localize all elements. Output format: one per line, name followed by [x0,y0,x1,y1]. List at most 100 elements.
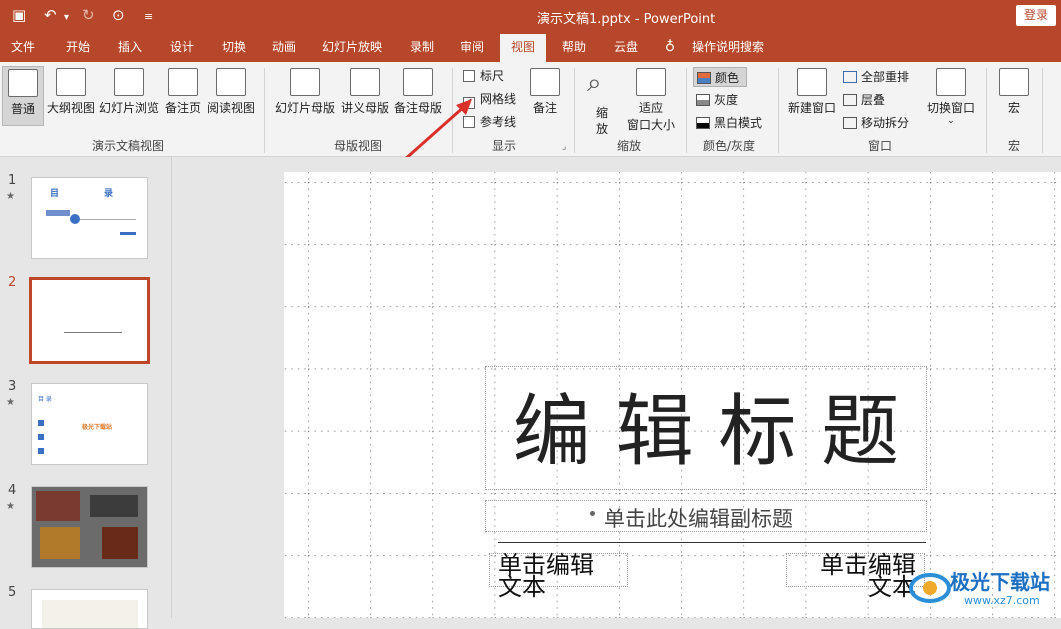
fit-label-line2: 窗口大小 [626,118,675,132]
tab-design[interactable]: 设计 [162,32,202,62]
thumb-decor [80,219,136,220]
left-text-placeholder[interactable]: 单击编辑 文本 [489,552,628,600]
new-window-icon [797,68,827,96]
thumb3-orange-text: 极光下载站 [82,424,113,431]
group-label-color: 颜色/灰度 [703,139,756,153]
new-window-button[interactable]: 新建窗口 [786,66,838,126]
title-bar: ▣ ↶ ▾ ↻ ⊙ ≡ 演示文稿1.pptx - PowerPoint 登录 [0,0,1061,32]
thumb-decor [42,600,138,628]
title-placeholder[interactable]: 编 辑 标 题 [485,366,927,490]
separator [1042,68,1043,153]
ruler-checkbox[interactable]: 标尺 [463,67,504,85]
tab-record[interactable]: 录制 [402,32,442,62]
zoom-button[interactable]: ⌕ 缩 放 [584,66,620,138]
slide-thumbnail-2-selected[interactable] [29,277,150,364]
thumb-photo [102,527,138,559]
thumb-decor [120,232,136,235]
slide-title[interactable]: 编 辑 标 题 [486,387,926,477]
grayscale-swatch-icon [696,94,710,106]
move-split-icon [843,117,857,129]
fit-label-line1: 适应 [638,101,663,115]
separator [574,68,575,153]
thumb-number: 4 [8,483,17,498]
tell-me-search[interactable]: 操作说明搜索 [688,32,768,62]
slide-thumbnail-1[interactable]: 目 录 [31,177,148,259]
thumb-photo [36,491,80,521]
present-from-start-icon[interactable]: ⊙ [112,6,125,24]
slide-thumbnail-3[interactable]: 目 录 极光下载站 [31,383,148,465]
handout-master-button[interactable]: 讲义母版 [339,66,391,126]
group-label-master-views: 母版视图 [334,139,383,153]
tab-home[interactable]: 开始 [58,32,98,62]
group-label-window: 窗口 [868,139,893,153]
new-window-label: 新建窗口 [787,101,836,115]
color-label: 颜色 [715,71,740,85]
notes-page-button[interactable]: 备注页 [162,66,204,126]
bullet-icon [590,511,595,516]
slide-thumbnails-pane: 1 ★ 目 录 2 3 ★ 目 录 极光下载站 4 ★ 5 [0,157,172,629]
notes-button[interactable]: 备注 [526,66,564,126]
fit-to-window-button[interactable]: 适应 窗口大小 [624,66,678,138]
move-split-label: 移动拆分 [861,116,910,130]
tab-file[interactable]: 文件 [4,32,42,62]
subtitle-placeholder[interactable]: 单击此处编辑副标题 [485,500,927,532]
right-text-placeholder[interactable]: 单击编辑 文本 [786,552,925,600]
notes-master-icon [403,68,433,96]
slide-master-button[interactable]: 幻灯片母版 [272,66,338,126]
notes-page-label: 备注页 [164,101,201,115]
thumb1-title-b: 录 [104,189,114,199]
left-text-line2[interactable]: 文本 [498,574,546,600]
thumb-decor [38,448,44,454]
sign-in-button[interactable]: 登录 [1016,5,1056,26]
cascade-button[interactable]: 层叠 [843,90,885,110]
save-icon[interactable]: ▣ [12,6,26,24]
black-white-button[interactable]: 黑白模式 [696,113,762,133]
reading-view-button[interactable]: 阅读视图 [205,66,257,126]
color-button[interactable]: 颜色 [693,67,747,87]
slide-subtitle[interactable]: 单击此处编辑副标题 [604,503,793,533]
outline-view-icon [56,68,86,96]
tab-slideshow[interactable]: 幻灯片放映 [318,32,386,62]
animation-star-icon: ★ [6,501,15,512]
ruler-checkbox-box[interactable] [463,70,475,82]
redo-icon[interactable]: ↻ [82,6,95,24]
undo-dropdown-icon[interactable]: ▾ [64,9,69,27]
thumb-photo [40,527,80,559]
slide-thumbnail-4[interactable] [31,486,148,568]
tab-animations[interactable]: 动画 [264,32,304,62]
separator [264,68,265,153]
slide-canvas[interactable]: 编 辑 标 题 单击此处编辑副标题 单击编辑 文本 单击编辑 文本 [284,172,1061,618]
switch-windows-button[interactable]: 切换窗口 ⌄ [925,66,977,136]
normal-view-button[interactable]: 普通 [2,66,44,126]
tab-cloud[interactable]: 云盘 [606,32,646,62]
tab-insert[interactable]: 插入 [110,32,150,62]
thumb-decor [64,332,122,333]
tab-view[interactable]: 视图 [500,34,546,62]
thumb-decor [38,434,44,440]
watermark-name: 极光下载站 [950,570,1050,594]
tab-review[interactable]: 审阅 [452,32,492,62]
slide-sorter-button[interactable]: 幻灯片浏览 [98,66,160,126]
dialog-launcher-icon[interactable]: ⌟ [562,142,566,152]
separator [686,68,687,153]
outline-view-button[interactable]: 大纲视图 [46,66,96,126]
grayscale-button[interactable]: 灰度 [696,90,738,110]
switch-windows-label: 切换窗口 [926,101,975,115]
move-split-button[interactable]: 移动拆分 [843,113,909,133]
tab-transitions[interactable]: 切换 [214,32,254,62]
slide-thumbnail-5[interactable] [31,589,148,629]
slide-master-icon [290,68,320,96]
thumb-number: 3 [8,379,17,394]
outline-view-label: 大纲视图 [46,101,95,115]
tab-help[interactable]: 帮助 [554,32,594,62]
divider-line [498,542,926,543]
ruler-label: 标尺 [480,69,505,83]
reading-view-label: 阅读视图 [206,101,255,115]
magnifier-icon: ⌕ [587,68,602,98]
arrange-all-button[interactable]: 全部重排 [843,67,909,87]
customize-toolbar-icon[interactable]: ≡ [144,8,153,26]
slide-sorter-label: 幻灯片浏览 [98,101,159,115]
undo-icon[interactable]: ↶ [44,6,57,24]
macros-button[interactable]: 宏 [996,66,1032,126]
group-label-macros: 宏 [1008,139,1021,153]
